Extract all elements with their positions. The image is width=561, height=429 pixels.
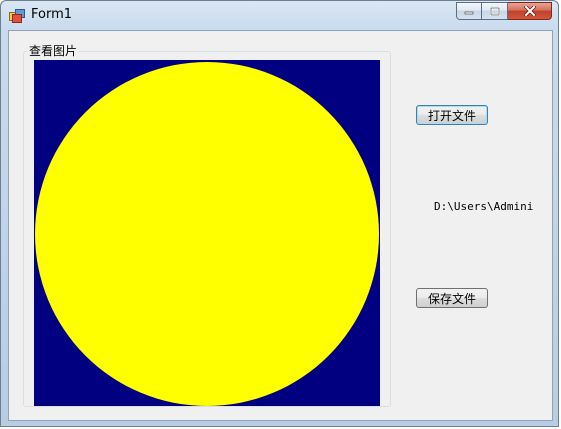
picture-box xyxy=(34,60,380,406)
main-window: Form1 查看图片 打开文件 D:\Users\Admini 保存文件 xyxy=(0,0,559,427)
file-path-label: D:\Users\Admini xyxy=(434,200,534,213)
groupbox-label: 查看图片 xyxy=(27,42,80,59)
form-client-area: 查看图片 打开文件 D:\Users\Admini 保存文件 xyxy=(8,30,553,421)
minimize-icon xyxy=(464,11,474,15)
minimize-button[interactable] xyxy=(456,2,482,20)
save-file-button[interactable]: 保存文件 xyxy=(416,288,488,308)
yellow-circle xyxy=(35,62,379,406)
picture-image xyxy=(34,60,380,406)
caption-buttons xyxy=(456,2,552,20)
title-bar[interactable]: Form1 xyxy=(1,1,558,31)
window-title: Form1 xyxy=(31,7,73,22)
close-icon xyxy=(523,6,536,16)
maximize-button[interactable] xyxy=(482,2,508,20)
open-file-button[interactable]: 打开文件 xyxy=(416,105,488,125)
winforms-app-icon xyxy=(9,9,25,23)
close-button[interactable] xyxy=(508,2,552,20)
maximize-icon xyxy=(489,6,500,16)
